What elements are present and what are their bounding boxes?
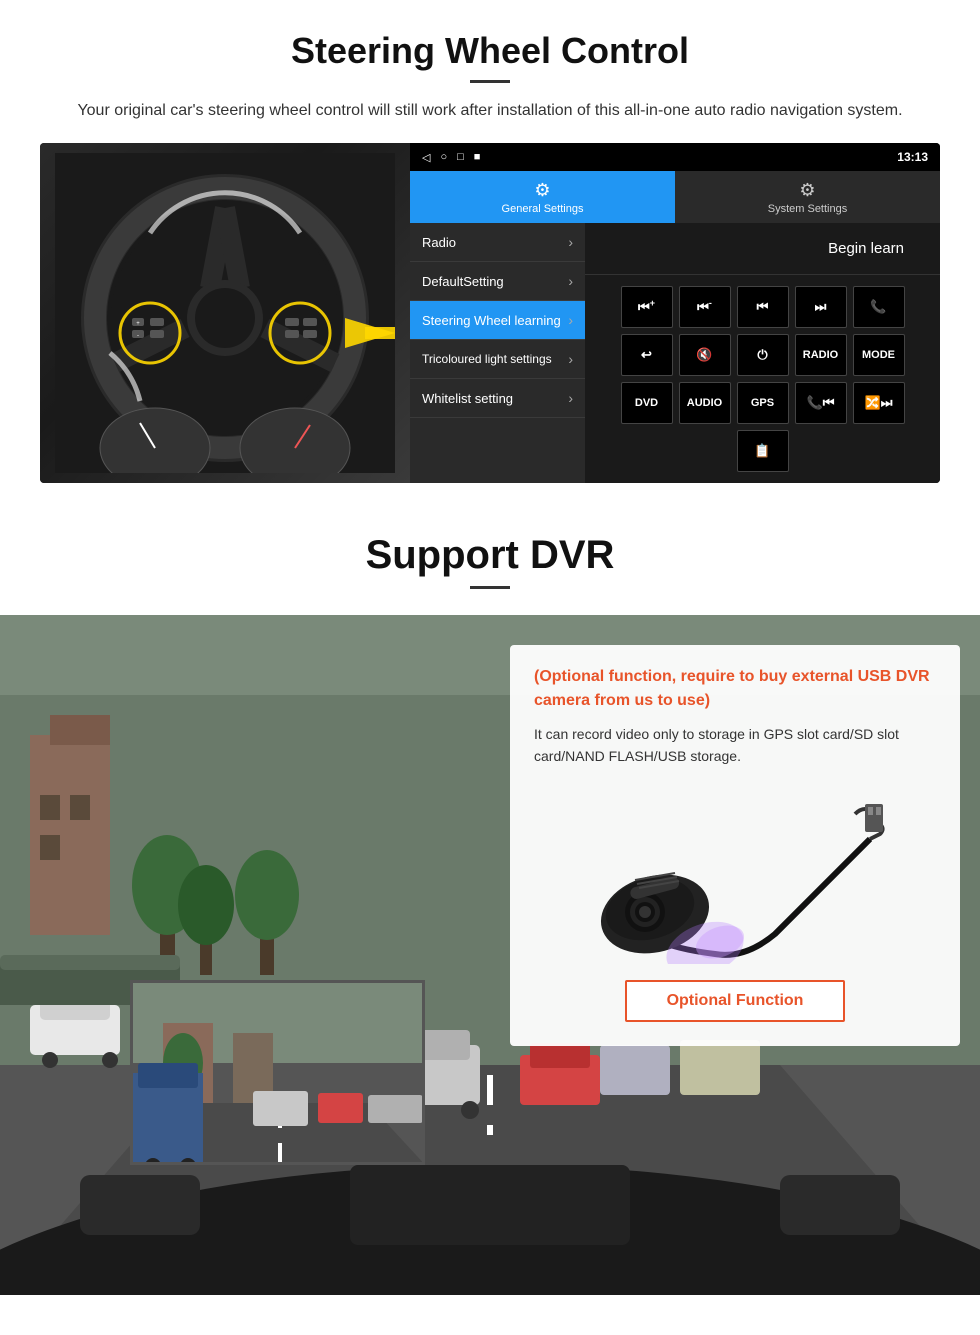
control-row-3: DVD AUDIO GPS 📞⏮ <box>591 382 934 424</box>
chevron-right-icon-2: › <box>568 273 573 289</box>
menu-item-whitelist[interactable]: Whitelist setting › <box>410 379 585 418</box>
vol-up-button[interactable]: ⏮+ <box>621 286 673 328</box>
home-icon: ○ <box>440 151 447 163</box>
next-track-button[interactable]: ⏭ <box>795 286 847 328</box>
phone-prev-button[interactable]: 📞⏮ <box>795 382 847 424</box>
dvd-button[interactable]: DVD <box>621 382 673 424</box>
steering-wheel-controls-panel: Begin learn ⏮+ ⏮- ⏮ <box>585 223 940 483</box>
settings-menu: Radio › DefaultSetting › Steering Wheel … <box>410 223 585 483</box>
android-settings-content: Radio › DefaultSetting › Steering Wheel … <box>410 223 940 483</box>
vol-up-icon: ⏮+ <box>638 298 655 315</box>
dvr-background: (Optional function, require to buy exter… <box>0 615 980 1295</box>
dvr-description: It can record video only to storage in G… <box>534 723 936 768</box>
recents-icon: □ <box>457 151 464 163</box>
dvr-small-scene-graphic <box>133 983 422 1162</box>
mute-button[interactable]: 🔇 <box>679 334 731 376</box>
menu-item-radio[interactable]: Radio › <box>410 223 585 262</box>
clipboard-icon: 📋 <box>754 443 770 459</box>
dvr-small-screen <box>130 980 425 1165</box>
chevron-right-icon-5: › <box>568 390 573 406</box>
back-call-button[interactable]: ↩ <box>621 334 673 376</box>
audio-label: AUDIO <box>687 397 722 409</box>
control-row-4: 📋 <box>591 430 934 472</box>
svg-text:-: - <box>137 333 139 339</box>
dvr-title: Support DVR <box>0 533 980 578</box>
power-icon: ⏻ <box>757 347 767 363</box>
tab-general-settings[interactable]: ⚙ General Settings <box>410 171 675 223</box>
android-settings-tabs: ⚙ General Settings ⚙ System Settings <box>410 171 940 223</box>
dvr-camera-svg <box>575 784 895 964</box>
steering-section: Steering Wheel Control Your original car… <box>0 0 980 503</box>
android-statusbar: ◁ ○ □ ■ 13:13 <box>410 143 940 171</box>
phone-icon: 📞 <box>870 299 886 315</box>
control-button-grid: ⏮+ ⏮- ⏮ ⏭ 📞 <box>585 275 940 483</box>
power-button[interactable]: ⏻ <box>737 334 789 376</box>
begin-learn-button[interactable]: Begin learn <box>812 232 920 265</box>
menu-icon: ■ <box>474 151 481 163</box>
android-ui-panel: ◁ ○ □ ■ 13:13 ⚙ General Settings ⚙ Syste… <box>410 143 940 483</box>
steering-wheel-image: + - <box>40 143 410 483</box>
prev-track-icon: ⏮ <box>757 299 769 315</box>
menu-item-tricoloured[interactable]: Tricoloured light settings › <box>410 340 585 379</box>
begin-learn-area: Begin learn <box>585 223 940 275</box>
prev-track-button[interactable]: ⏮ <box>737 286 789 328</box>
title-divider <box>470 80 510 83</box>
menu-whitelist-label: Whitelist setting <box>422 391 513 406</box>
mute-icon: 🔇 <box>696 347 712 363</box>
shuffle-next-button[interactable]: 🔀⏭ <box>853 382 905 424</box>
back-icon: ◁ <box>422 151 430 164</box>
svg-text:+: + <box>136 321 140 327</box>
chevron-right-icon-4: › <box>568 351 573 367</box>
menu-item-defaultsetting[interactable]: DefaultSetting › <box>410 262 585 301</box>
mode-button[interactable]: MODE <box>853 334 905 376</box>
menu-radio-label: Radio <box>422 235 456 250</box>
menu-tricoloured-label: Tricoloured light settings <box>422 352 552 366</box>
dvr-header: Support DVR <box>0 503 980 615</box>
dvr-section: Support DVR <box>0 503 980 1295</box>
dvr-optional-text: (Optional function, require to buy exter… <box>534 665 936 713</box>
dvd-label: DVD <box>635 397 658 409</box>
system-icon: ⚙ <box>799 180 815 201</box>
hangup-icon: ↩ <box>641 347 652 363</box>
menu-steering-label: Steering Wheel learning <box>422 313 561 328</box>
optional-function-button[interactable]: Optional Function <box>625 980 846 1022</box>
vol-down-icon: ⏮- <box>697 298 712 315</box>
mode-label: MODE <box>862 349 895 361</box>
gear-icon: ⚙ <box>534 180 550 201</box>
steering-demo: + - <box>40 143 940 483</box>
chevron-right-icon-3: › <box>568 312 573 328</box>
phone-button[interactable]: 📞 <box>853 286 905 328</box>
gps-label: GPS <box>751 397 774 409</box>
steering-title: Steering Wheel Control <box>40 30 940 72</box>
tab-system-settings[interactable]: ⚙ System Settings <box>675 171 940 223</box>
radio-label: RADIO <box>803 349 838 361</box>
gps-button[interactable]: GPS <box>737 382 789 424</box>
shuffle-next-icon: 🔀⏭ <box>865 395 893 411</box>
menu-item-steering-wheel[interactable]: Steering Wheel learning › <box>410 301 585 340</box>
dvr-small-scene-svg <box>133 983 425 1165</box>
dvr-device-image <box>534 784 936 964</box>
dvr-title-divider <box>470 586 510 589</box>
tab-system-label: System Settings <box>768 203 847 215</box>
control-row-1: ⏮+ ⏮- ⏮ ⏭ 📞 <box>591 286 934 328</box>
steering-subtitle: Your original car's steering wheel contr… <box>60 99 920 123</box>
dvr-info-card: (Optional function, require to buy exter… <box>510 645 960 1046</box>
vol-down-button[interactable]: ⏮- <box>679 286 731 328</box>
statusbar-time: 13:13 <box>897 150 928 164</box>
next-track-icon: ⏭ <box>815 299 827 315</box>
statusbar-nav-icons: ◁ ○ □ ■ <box>422 151 480 164</box>
control-row-2: ↩ 🔇 ⏻ RADIO MOD <box>591 334 934 376</box>
chevron-right-icon: › <box>568 234 573 250</box>
steering-wheel-svg: + - <box>55 153 395 473</box>
tab-general-label: General Settings <box>502 203 584 215</box>
phone-prev-icon: 📞⏮ <box>807 395 835 411</box>
radio-button[interactable]: RADIO <box>795 334 847 376</box>
audio-button[interactable]: AUDIO <box>679 382 731 424</box>
menu-default-label: DefaultSetting <box>422 274 504 289</box>
clipboard-button[interactable]: 📋 <box>737 430 789 472</box>
